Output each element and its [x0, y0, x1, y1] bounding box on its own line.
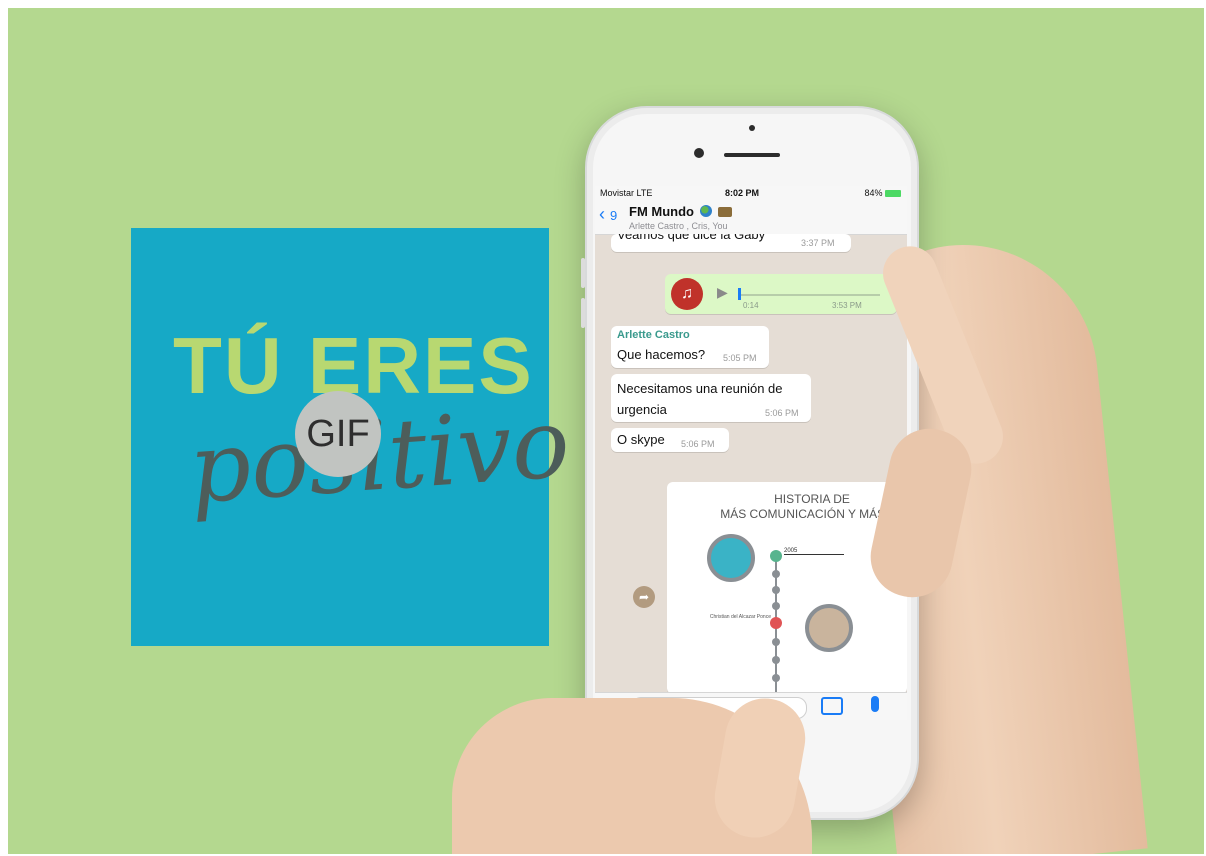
message-time: 5:05 PM	[723, 353, 757, 363]
volume-button	[581, 258, 585, 288]
message-text: Necesitamos una reunión de urgencia	[617, 381, 783, 417]
voice-message[interactable]: ♫ ▶ 0:14 3:53 PM	[665, 274, 897, 314]
message-bubble[interactable]: Arlette Castro Que hacemos? 5:05 PM	[611, 326, 769, 368]
play-icon[interactable]: ▶	[717, 284, 728, 301]
sender-name: Arlette Castro	[617, 329, 690, 341]
battery-icon	[885, 190, 901, 198]
message-time: 5:06 PM	[765, 408, 799, 418]
message-text: O skype	[617, 432, 665, 447]
forward-icon[interactable]: ➦	[633, 586, 655, 608]
gif-badge[interactable]: GIF	[295, 391, 381, 477]
timeline-marker	[772, 586, 780, 594]
infographic-title: HISTORIA DE MÁS COMUNICACIÓN Y MÁS BT	[667, 492, 907, 522]
status-bar: Movistar LTE 8:02 PM 84%	[595, 186, 907, 200]
timeline-marker	[770, 617, 782, 629]
chat-name: FM Mundo	[629, 204, 694, 219]
chat-title[interactable]: FM Mundo	[629, 204, 733, 219]
message-text: Veamos que dice la Gaby	[617, 234, 766, 242]
person-photo	[805, 604, 853, 652]
infographic-title-line1: HISTORIA DE	[774, 492, 850, 506]
back-button-count[interactable]: 9	[610, 208, 617, 223]
message-time: 3:37 PM	[801, 238, 835, 248]
battery-percent: 84%	[864, 188, 883, 198]
timeline-marker	[770, 550, 782, 562]
front-camera	[694, 148, 704, 158]
message-bubble[interactable]: Necesitamos una reunión de urgencia 5:06…	[611, 374, 811, 422]
carrier-label: Movistar LTE	[600, 188, 653, 198]
earpiece-speaker	[724, 153, 780, 157]
message-text: Que hacemos?	[617, 347, 706, 362]
audio-scrubber[interactable]	[738, 288, 741, 300]
timeline-marker	[772, 656, 780, 664]
chat-participants: Arlette Castro , Cris, You	[629, 221, 728, 231]
message-time: 3:53 PM	[832, 301, 862, 310]
music-note-icon: ♫	[671, 278, 703, 310]
globe-icon	[699, 205, 712, 217]
radio-icon	[718, 207, 733, 217]
voice-duration: 0:14	[743, 301, 759, 310]
microphone-icon[interactable]	[871, 696, 879, 712]
timeline-marker	[772, 638, 780, 646]
proximity-sensor	[749, 125, 755, 131]
infographic-title-line2: MÁS COMUNICACIÓN Y MÁS BT	[720, 507, 904, 521]
message-time: 5:06 PM	[681, 439, 715, 449]
background-canvas: TÚ ERES positivo GIF Movistar LTE 8:02 P…	[8, 8, 1204, 854]
timeline-person: Christian del Alcazar Ponce	[709, 614, 771, 620]
timeline-marker	[772, 674, 780, 682]
battery-indicator: 84%	[864, 188, 901, 198]
timeline-illustration	[707, 534, 755, 582]
gif-script-word: positivo	[185, 386, 573, 526]
audio-progress-track[interactable]	[740, 294, 880, 296]
chat-header: ‹ 9 FM Mundo Arlette Castro , Cris, You	[595, 200, 907, 235]
timeline-year: 2005	[784, 548, 844, 555]
timeline-marker	[772, 602, 780, 610]
timeline-marker	[772, 570, 780, 578]
chevron-left-icon[interactable]: ‹	[599, 204, 605, 225]
volume-button	[581, 298, 585, 328]
camera-icon[interactable]	[821, 697, 843, 715]
phone-screen: Movistar LTE 8:02 PM 84% ‹ 9 FM Mundo Ar…	[595, 186, 907, 720]
clock: 8:02 PM	[725, 188, 760, 198]
message-bubble[interactable]: Veamos que dice la Gaby 3:37 PM	[611, 234, 851, 252]
message-bubble[interactable]: O skype 5:06 PM	[611, 428, 729, 452]
image-message[interactable]: HISTORIA DE MÁS COMUNICACIÓN Y MÁS BT 20…	[667, 482, 907, 694]
gif-card[interactable]: TÚ ERES positivo GIF	[131, 228, 573, 646]
